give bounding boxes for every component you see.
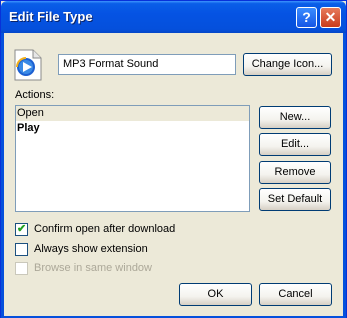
help-button[interactable]: ? xyxy=(296,7,317,28)
confirm-open-checkbox[interactable]: ✔ xyxy=(15,223,28,236)
confirm-open-label[interactable]: Confirm open after download xyxy=(34,223,175,235)
dialog-title: Edit File Type xyxy=(9,9,93,24)
ok-button[interactable]: OK xyxy=(179,283,252,306)
edit-file-type-dialog: Edit File Type ? ✕ MP3 Format Sound Chan… xyxy=(0,0,347,318)
close-button[interactable]: ✕ xyxy=(320,7,341,28)
always-show-extension-checkbox[interactable] xyxy=(15,243,28,256)
new-action-button[interactable]: New... xyxy=(259,106,331,129)
set-default-button[interactable]: Set Default xyxy=(259,188,331,211)
file-type-description-field[interactable]: MP3 Format Sound xyxy=(58,54,236,75)
remove-action-button[interactable]: Remove xyxy=(259,161,331,184)
action-item-open[interactable]: Open xyxy=(16,106,249,121)
window-border-right xyxy=(343,33,346,316)
title-bar[interactable]: Edit File Type ? ✕ xyxy=(1,1,346,33)
change-icon-button[interactable]: Change Icon... xyxy=(243,53,332,76)
actions-label: Actions: xyxy=(15,89,55,101)
checkmark-icon: ✔ xyxy=(17,223,27,235)
actions-list[interactable]: Open Play xyxy=(15,105,250,212)
edit-action-button[interactable]: Edit... xyxy=(259,133,331,156)
browse-same-window-label: Browse in same window xyxy=(34,262,152,274)
media-player-icon xyxy=(13,49,43,81)
window-border-left xyxy=(1,33,4,316)
cancel-button[interactable]: Cancel xyxy=(259,283,332,306)
browse-same-window-checkbox xyxy=(15,262,28,275)
always-show-extension-label[interactable]: Always show extension xyxy=(34,243,148,255)
action-item-play[interactable]: Play xyxy=(16,121,249,136)
